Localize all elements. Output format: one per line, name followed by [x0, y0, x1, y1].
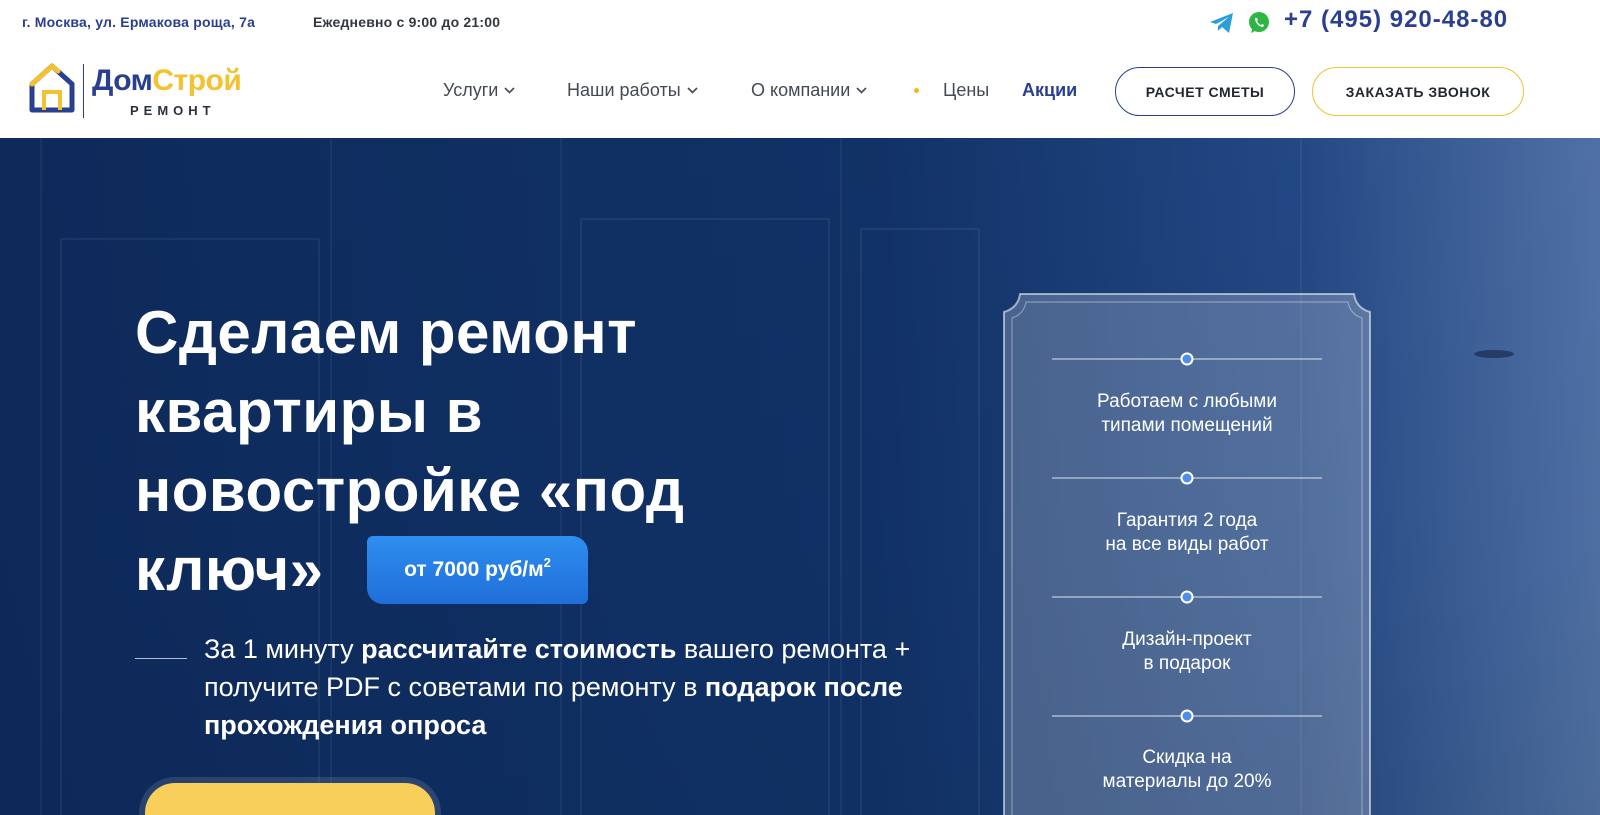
- features-card: Работаем с любыми типами помещений Гаран…: [1002, 286, 1372, 815]
- feature-line: Скидка на: [1142, 747, 1232, 768]
- logo-subtitle: РЕМОНТ: [130, 103, 216, 118]
- feature-divider: [1052, 352, 1322, 366]
- request-call-button[interactable]: ЗАКАЗАТЬ ЗВОНОК: [1312, 67, 1524, 116]
- price-text: от 7000 руб/м: [404, 558, 544, 581]
- logo-name-part1: Дом: [92, 64, 153, 97]
- feature-divider: [1052, 709, 1322, 723]
- price-unit-sup: 2: [543, 554, 551, 570]
- nav-item-prices[interactable]: Цены: [943, 80, 989, 101]
- nav-item-about[interactable]: О компании: [751, 80, 867, 101]
- feature-item: Гарантия 2 года на все виды работ: [1032, 509, 1342, 557]
- whatsapp-icon[interactable]: [1247, 11, 1271, 35]
- feature-item: Дизайн-проект в подарок: [1032, 628, 1342, 676]
- feature-line: Дизайн-проект: [1122, 629, 1252, 650]
- estimate-button[interactable]: РАСЧЕТ СМЕТЫ: [1115, 67, 1295, 116]
- nav-item-promotions[interactable]: Акции: [1022, 80, 1077, 101]
- feature-line: материалы до 20%: [1102, 771, 1272, 792]
- nav-item-label: Цены: [943, 80, 990, 100]
- chevron-down-icon: [856, 87, 867, 94]
- logo-name-part2: Строй: [152, 64, 242, 97]
- nav-item-label: О компании: [751, 80, 851, 100]
- feature-line: типами помещений: [1101, 415, 1273, 436]
- nav-item-label: Наши работы: [567, 80, 681, 100]
- feature-line: Гарантия 2 года: [1116, 510, 1258, 531]
- feature-line: в подарок: [1143, 653, 1231, 674]
- hero-cta-button[interactable]: [145, 783, 435, 815]
- feature-item: Работаем с любыми типами помещений: [1032, 390, 1342, 438]
- site-header: г. Москва, ул. Ермакова роща, 7а Ежеднев…: [0, 0, 1600, 138]
- nav-dot-marker: [914, 88, 919, 93]
- feature-line: Работаем с любыми: [1097, 391, 1277, 412]
- logo-divider: [83, 64, 84, 118]
- feature-item: Скидка на материалы до 20%: [1032, 746, 1342, 794]
- nav-item-label: Услуги: [443, 80, 499, 100]
- hero-lead-text: За 1 минуту рассчитайте стоимость вашего…: [204, 630, 924, 744]
- hero-section: Сделаем ремонт квартиры в новостройке «п…: [0, 138, 1600, 815]
- working-hours-text: Ежедневно с 9:00 до 21:00: [313, 14, 501, 30]
- nav-item-works[interactable]: Наши работы: [567, 80, 698, 101]
- telegram-icon[interactable]: [1209, 11, 1235, 35]
- chevron-down-icon: [504, 87, 515, 94]
- lead-dash: [135, 658, 187, 659]
- bg-panel-line: [40, 138, 42, 815]
- feature-divider: [1052, 590, 1322, 604]
- feature-line: на все виды работ: [1105, 534, 1269, 555]
- nav-item-label: Акции: [1022, 80, 1078, 100]
- lead-part: За 1 минуту: [204, 634, 362, 664]
- lead-bold: рассчитайте стоимость: [361, 634, 677, 664]
- price-badge: от 7000 руб/м 2: [367, 536, 588, 604]
- address-text: г. Москва, ул. Ермакова роща, 7а: [22, 14, 256, 30]
- house-logo-icon: [29, 62, 75, 113]
- nav-item-services[interactable]: Услуги: [443, 80, 515, 101]
- bg-ceiling-lamp: [1474, 350, 1514, 358]
- feature-divider: [1052, 471, 1322, 485]
- logo-wordmark: ДомСтрой: [92, 64, 242, 98]
- chevron-down-icon: [687, 87, 698, 94]
- site-logo[interactable]: ДомСтрой РЕМОНТ: [28, 62, 268, 122]
- phone-link[interactable]: +7 (495) 920-48-80: [1284, 6, 1508, 34]
